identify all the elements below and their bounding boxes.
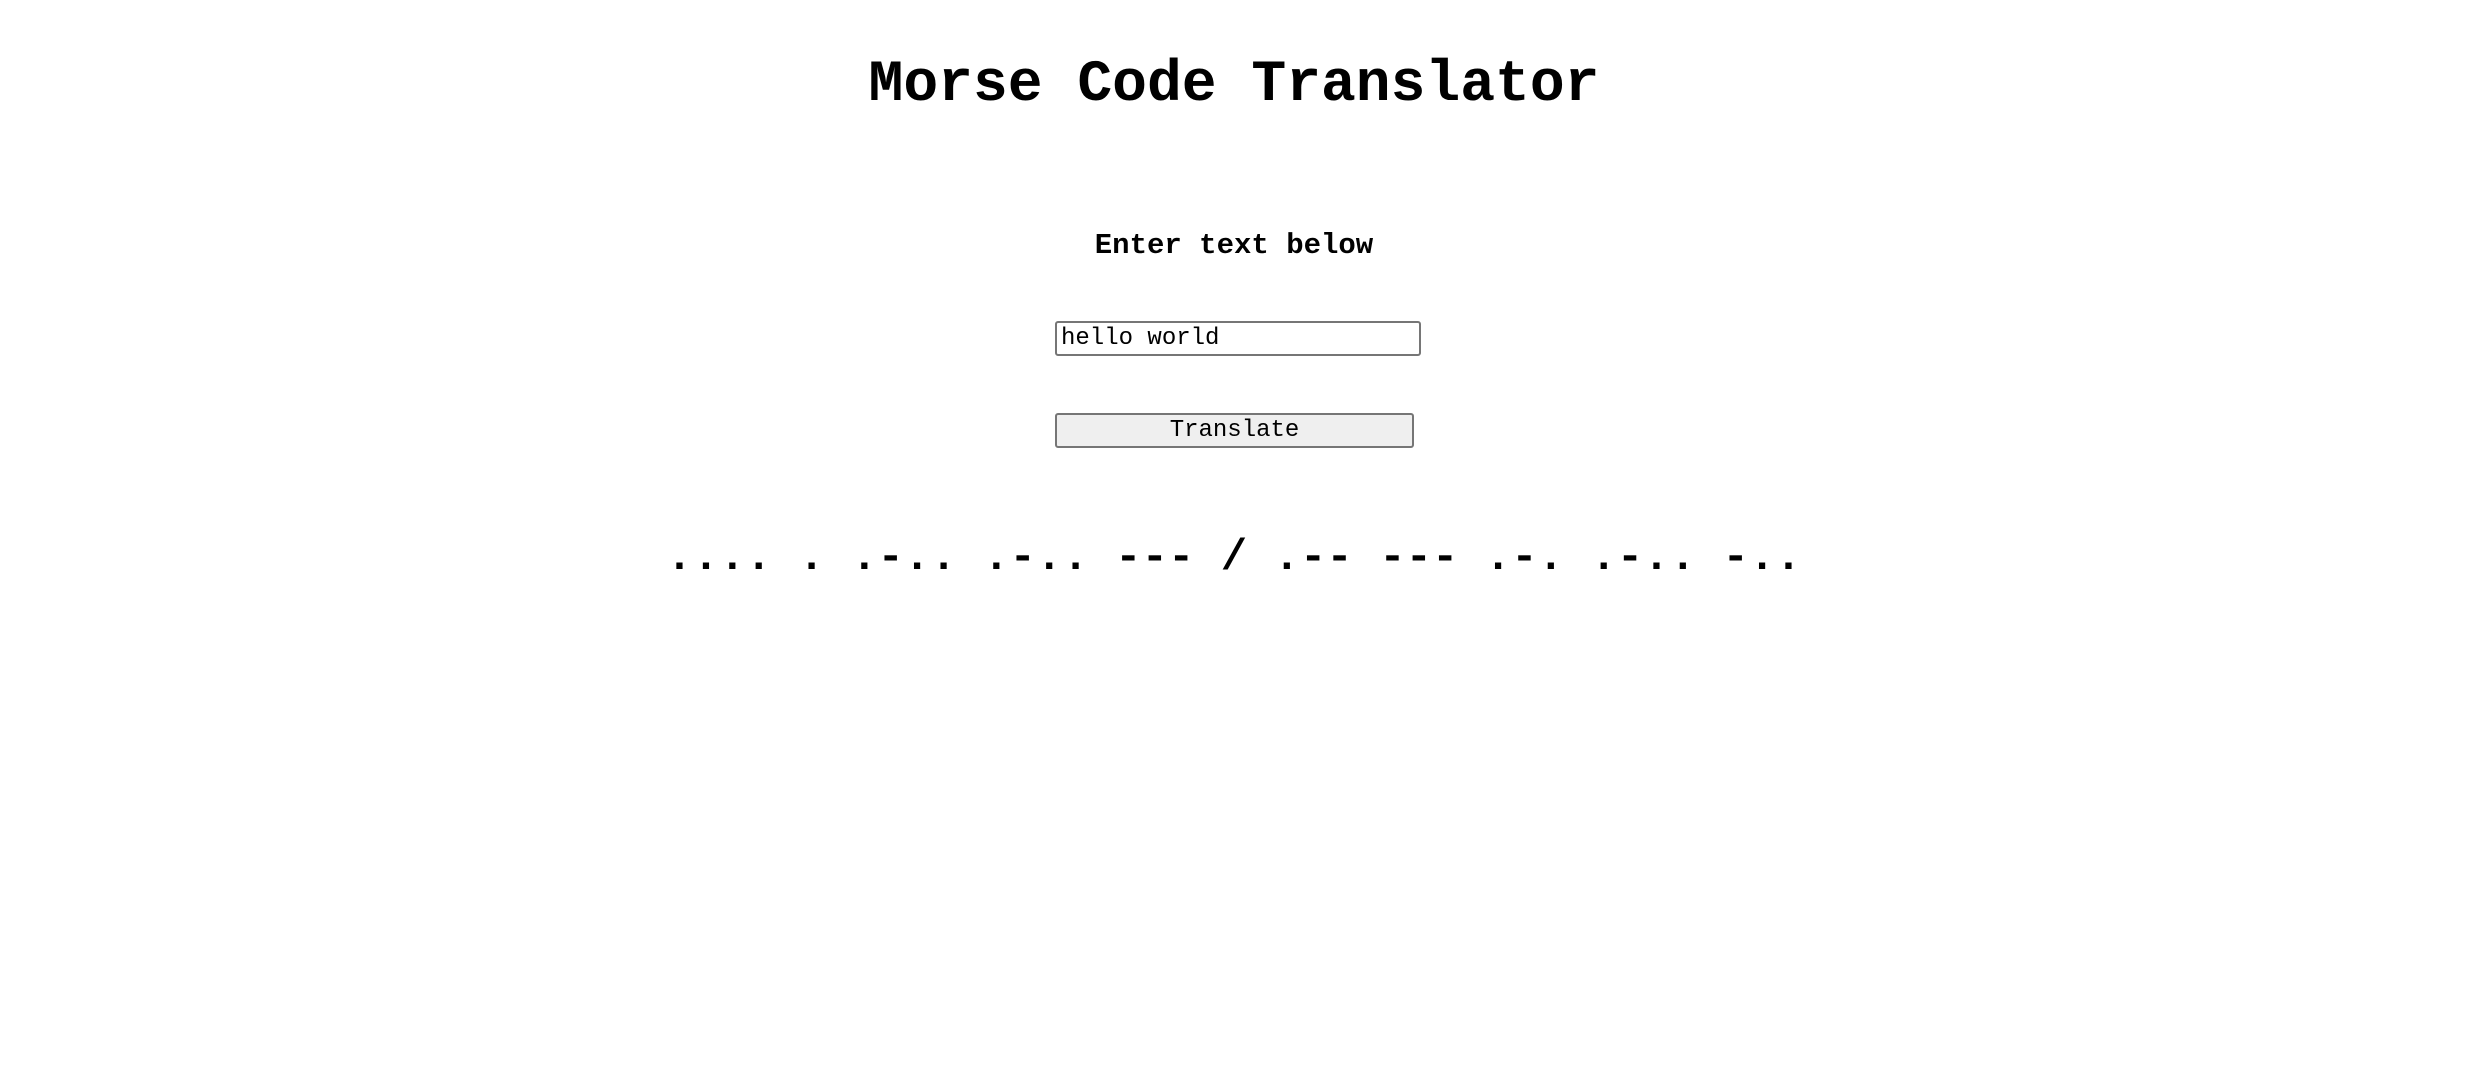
input-prompt: Enter text below (1094, 229, 1374, 262)
page-title: Morse Code Translator (868, 53, 1600, 118)
text-input[interactable] (1055, 321, 1421, 356)
translate-button[interactable]: Translate (1055, 413, 1414, 448)
page: Morse Code Translator Enter text below T… (0, 0, 2468, 1082)
morse-output: .... . .-.. .-.. --- / .-- --- .-. .-.. … (666, 533, 1802, 583)
